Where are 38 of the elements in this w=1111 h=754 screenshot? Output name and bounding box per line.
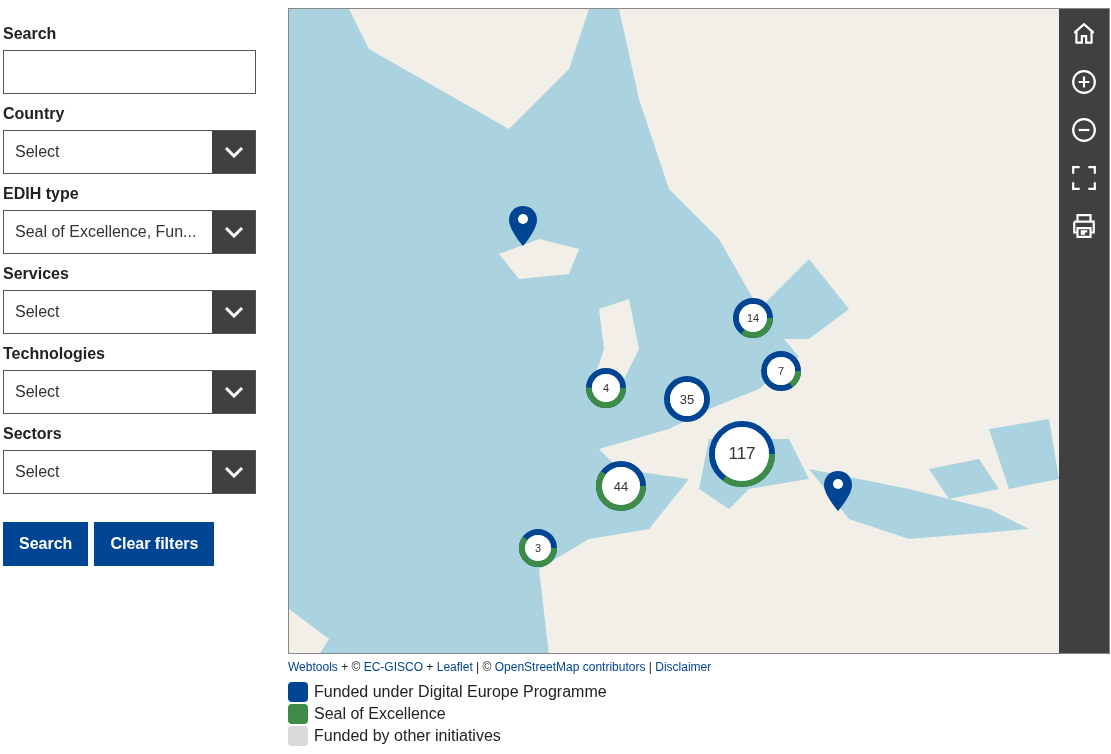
- zoom-in-button[interactable]: [1069, 67, 1099, 97]
- field-label: Services: [3, 264, 70, 284]
- field-label: Country: [3, 104, 66, 124]
- printer-icon: [1071, 213, 1097, 239]
- map-pin-icon[interactable]: [509, 206, 537, 246]
- chevron-down-icon: [223, 306, 244, 318]
- chevron-down-icon: [223, 466, 244, 478]
- legend-label: Seal of Excellence: [314, 705, 446, 723]
- attribution-link[interactable]: OpenStreetMap contributors: [494, 660, 646, 674]
- fullscreen-icon: [1071, 165, 1097, 191]
- clear-filters-button[interactable]: Clear filters: [94, 522, 215, 566]
- legend-label: Funded by other initiatives: [314, 727, 501, 745]
- field-label: EDIH type: [3, 184, 80, 204]
- select-dropdown[interactable]: Select: [3, 450, 256, 494]
- attribution-link[interactable]: Leaflet: [436, 660, 473, 674]
- select-dropdown[interactable]: Select: [3, 370, 256, 414]
- field-label: Search: [3, 24, 58, 44]
- chevron-down-icon: [223, 226, 244, 238]
- zoom-out-icon: [1071, 117, 1097, 143]
- search-button[interactable]: Search: [3, 522, 89, 566]
- map-pin-icon[interactable]: [824, 471, 852, 511]
- chevron-down-icon: [223, 386, 244, 398]
- search-field[interactable]: [3, 50, 256, 94]
- select-dropdown[interactable]: Select: [3, 290, 256, 334]
- select-dropdown[interactable]: Seal of Excellence, Fun...: [3, 210, 256, 254]
- select-dropdown[interactable]: Select: [3, 130, 256, 174]
- chevron-down-icon: [223, 146, 244, 158]
- attribution-link[interactable]: Disclaimer: [655, 660, 712, 674]
- legend-label: Funded under Digital Europe Programme: [314, 683, 607, 701]
- field-label: Sectors: [3, 424, 63, 444]
- fullscreen-button[interactable]: [1069, 163, 1099, 193]
- zoom-in-icon: [1071, 69, 1097, 95]
- field-label: Technologies: [3, 344, 106, 364]
- zoom-out-button[interactable]: [1069, 115, 1099, 145]
- attribution-link[interactable]: EC-GISCO: [363, 660, 423, 674]
- attribution-link[interactable]: Webtools: [288, 660, 338, 674]
- attribution-text: Webtools + © EC-GISCO + Leaflet | © OpenStreetMap contributors | Disclaimer: [288, 660, 713, 674]
- home-icon: [1071, 21, 1097, 47]
